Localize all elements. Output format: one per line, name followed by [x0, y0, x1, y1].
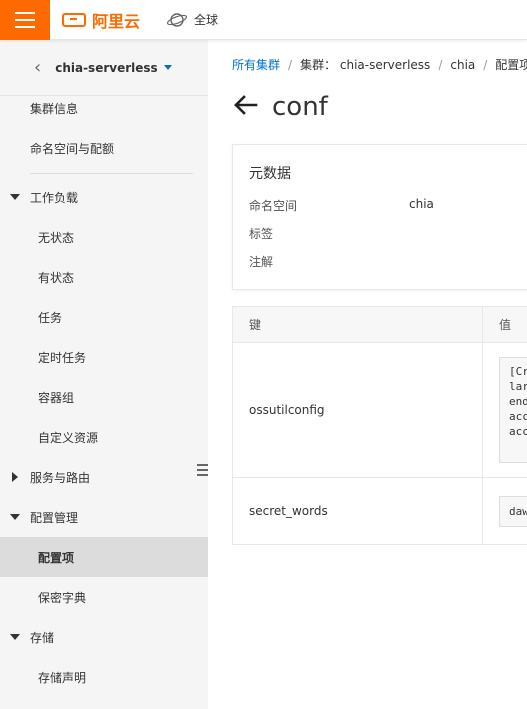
table-header: 键 值	[233, 307, 527, 343]
table-row: secret_words daw	[233, 478, 527, 544]
sidebar-item-cluster-info[interactable]: 集群信息	[0, 88, 208, 128]
sidebar-item-label: 存储声明	[38, 670, 87, 685]
globe-icon	[166, 12, 188, 27]
breadcrumb: 所有集群 / 集群： chia-serverless / chia / 配置项	[232, 56, 527, 73]
annotations-label: 注解	[249, 255, 274, 269]
row-value[interactable]: daw	[499, 495, 527, 527]
page-header: conf	[232, 92, 328, 122]
sidebar-group-workloads[interactable]: 工作负载	[0, 177, 208, 217]
caret-down-icon	[163, 65, 172, 70]
aliyun-logo-icon	[62, 12, 86, 27]
region-selector[interactable]: 全球	[166, 11, 218, 28]
sidebar-item-label: 命名空间与配额	[30, 141, 115, 156]
labels-label: 标签	[249, 227, 274, 241]
sidebar: ‹ chia-serverless 集群信息 命名空间与配额 工作负载 无状态 …	[0, 40, 209, 709]
sidebar-item-statefulsets[interactable]: 有状态	[0, 257, 208, 297]
chevron-left-icon[interactable]: ‹	[34, 57, 41, 78]
sidebar-item-custom-resources[interactable]: 自定义资源	[0, 417, 208, 457]
sidebar-item-label: 服务与路由	[30, 470, 91, 485]
cluster-name: chia-serverless	[55, 60, 158, 75]
sidebar-item-jobs[interactable]: 任务	[0, 297, 208, 337]
sidebar-group-storage[interactable]: 存储	[0, 617, 208, 657]
sidebar-item-label: 自定义资源	[38, 430, 99, 445]
menu-icon[interactable]	[0, 0, 50, 40]
sidebar-item-namespaces[interactable]: 命名空间与配额	[0, 128, 208, 168]
caret-down-icon	[10, 514, 20, 520]
breadcrumb-cluster[interactable]: 集群： chia-serverless	[300, 58, 430, 72]
sidebar-item-label: 工作负载	[30, 190, 79, 205]
metadata-title: 元数据	[249, 166, 291, 182]
sidebar-group-config[interactable]: 配置管理	[0, 497, 208, 537]
page-title: conf	[272, 92, 328, 122]
brand-name: 阿里云	[92, 11, 141, 31]
sidebar-item-pods[interactable]: 容器组	[0, 377, 208, 417]
namespace-value: chia	[409, 197, 434, 211]
sidebar-item-label: 有状态	[38, 270, 75, 285]
namespace-label: 命名空间	[249, 199, 298, 213]
metadata-card: 元数据 命名空间 chia 标签 注解	[232, 144, 527, 290]
caret-down-icon	[10, 634, 20, 640]
sidebar-divider	[30, 173, 193, 174]
sidebar-item-label: 集群信息	[30, 101, 79, 116]
sidebar-item-label: 配置项	[38, 550, 75, 565]
key-header: 键	[233, 307, 483, 342]
breadcrumb-separator: /	[438, 58, 443, 72]
row-value[interactable]: [Cr lar end acc acc	[499, 357, 527, 463]
row-value-cell: daw	[483, 478, 527, 544]
sidebar-item-pvcs[interactable]: 存储声明	[0, 657, 208, 697]
sidebar-item-label: 任务	[38, 310, 63, 325]
value-header: 值	[499, 318, 512, 332]
aliyun-logo[interactable]: 阿里云	[62, 8, 140, 32]
sidebar-item-label: 保密字典	[38, 590, 87, 605]
row-key: ossutilconfig	[233, 343, 483, 477]
breadcrumb-separator: /	[483, 58, 488, 72]
caret-right-icon	[12, 472, 18, 482]
sidebar-item-label: 存储	[30, 630, 55, 645]
breadcrumb-all-clusters[interactable]: 所有集群	[232, 58, 280, 72]
row-key: secret_words	[233, 478, 483, 544]
row-value-cell: [Cr lar end acc acc	[483, 343, 527, 477]
sidebar-item-deployments[interactable]: 无状态	[0, 217, 208, 257]
sidebar-item-label: 无状态	[38, 230, 75, 245]
sidebar-group-services[interactable]: 服务与路由	[0, 457, 208, 497]
sidebar-item-label: 定时任务	[38, 350, 87, 365]
sidebar-item-configmaps[interactable]: 配置项	[0, 537, 208, 577]
sidebar-item-label: 配置管理	[30, 510, 79, 525]
config-data-table: 键 值 ossutilconfig [Cr lar end acc acc se…	[232, 306, 527, 545]
breadcrumb-namespace[interactable]: chia	[450, 58, 475, 72]
table-row: ossutilconfig [Cr lar end acc acc	[233, 343, 527, 478]
breadcrumb-current: 配置项	[495, 58, 527, 72]
breadcrumb-separator: /	[288, 58, 293, 72]
sidebar-item-label: 容器组	[38, 390, 75, 405]
top-bar: 阿里云 全球	[0, 0, 527, 40]
region-label: 全球	[194, 13, 219, 27]
sidebar-item-cronjobs[interactable]: 定时任务	[0, 337, 208, 377]
arrow-left-icon[interactable]	[232, 94, 258, 121]
caret-down-icon	[10, 194, 20, 200]
main-content: 所有集群 / 集群： chia-serverless / chia / 配置项 conf 元…	[208, 40, 527, 709]
sidebar-item-secrets[interactable]: 保密字典	[0, 577, 208, 617]
